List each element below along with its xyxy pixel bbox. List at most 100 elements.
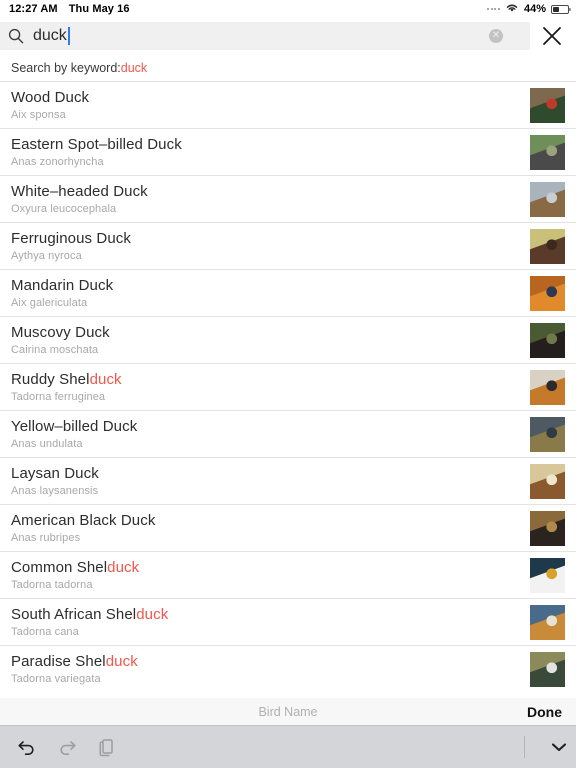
result-scientific-name: Aix galericulata xyxy=(11,296,88,309)
result-scientific-name: Aix sponsa xyxy=(11,108,66,121)
result-common-name: Common Shelduck xyxy=(11,558,140,576)
result-common-name-highlight: duck xyxy=(105,652,138,670)
result-row-texts: Laysan Duck Anas laysanensis xyxy=(11,464,99,497)
result-row-texts: Muscovy Duck Cairina moschata xyxy=(11,323,110,356)
result-row-texts: Paradise Shelduck Tadorna variegata xyxy=(11,652,138,685)
bird-photo xyxy=(530,511,565,546)
result-row[interactable]: Common Shelduck Tadorna tadorna xyxy=(0,551,576,598)
result-thumbnail[interactable] xyxy=(530,558,565,593)
result-scientific-name: Anas zonorhyncha xyxy=(11,155,104,168)
input-accessory-bar: Bird Name Done xyxy=(0,698,576,725)
result-common-name: Ruddy Shelduck xyxy=(11,370,122,388)
close-icon[interactable] xyxy=(532,18,572,54)
keyword-hint[interactable]: Search by keyword: duck xyxy=(0,54,576,81)
result-row[interactable]: Mandarin Duck Aix galericulata xyxy=(0,269,576,316)
result-row[interactable]: American Black Duck Anas rubripes xyxy=(0,504,576,551)
bird-photo xyxy=(530,229,565,264)
keyword-hint-prefix: Search by keyword: xyxy=(11,60,121,75)
bird-photo xyxy=(530,464,565,499)
result-thumbnail[interactable] xyxy=(530,323,565,358)
result-thumbnail[interactable] xyxy=(530,88,565,123)
result-common-name-text: Yellow–billed Duck xyxy=(11,417,138,435)
result-common-name: Paradise Shelduck xyxy=(11,652,138,670)
result-common-name-text: Ruddy Shel xyxy=(11,370,90,388)
result-thumbnail[interactable] xyxy=(530,182,565,217)
result-common-name: Ferruginous Duck xyxy=(11,229,131,247)
status-bar: 12:27 AM Thu May 16 44% xyxy=(0,0,576,18)
result-scientific-name: Aythya nyroca xyxy=(11,249,82,262)
status-time: 12:27 AM xyxy=(9,3,58,15)
chevron-down-icon[interactable] xyxy=(542,726,576,768)
result-row[interactable]: Ruddy Shelduck Tadorna ferruginea xyxy=(0,363,576,410)
result-row-texts: Yellow–billed Duck Anas undulata xyxy=(11,417,138,450)
bird-photo xyxy=(530,652,565,687)
result-common-name-text: Wood Duck xyxy=(11,88,90,106)
wifi-icon xyxy=(505,2,519,16)
result-common-name: Mandarin Duck xyxy=(11,276,114,294)
result-common-name: Muscovy Duck xyxy=(11,323,110,341)
status-bar-left: 12:27 AM Thu May 16 xyxy=(9,3,130,15)
bird-photo xyxy=(530,323,565,358)
bird-photo xyxy=(530,417,565,452)
result-row-texts: Ruddy Shelduck Tadorna ferruginea xyxy=(11,370,122,403)
result-scientific-name: Tadorna ferruginea xyxy=(11,390,106,403)
result-thumbnail[interactable] xyxy=(530,229,565,264)
result-common-name-highlight: duck xyxy=(107,558,140,576)
result-common-name-text: Paradise Shel xyxy=(11,652,106,670)
bird-photo xyxy=(530,88,565,123)
battery-percent: 44% xyxy=(523,3,546,15)
result-common-name-text: Laysan Duck xyxy=(11,464,99,482)
status-date: Thu May 16 xyxy=(68,3,130,15)
result-thumbnail[interactable] xyxy=(530,605,565,640)
result-row[interactable]: Muscovy Duck Cairina moschata xyxy=(0,316,576,363)
search-results-list[interactable]: Wood Duck Aix sponsa Eastern Spot–billed D… xyxy=(0,81,576,698)
result-common-name-text: Common Shel xyxy=(11,558,108,576)
result-common-name-text: Ferruginous Duck xyxy=(11,229,131,247)
toolbar-divider xyxy=(524,736,525,758)
bird-photo xyxy=(530,135,565,170)
result-scientific-name: Anas laysanensis xyxy=(11,484,99,497)
result-row[interactable]: Laysan Duck Anas laysanensis xyxy=(0,457,576,504)
search-icon xyxy=(8,28,24,44)
result-thumbnail[interactable] xyxy=(530,370,565,405)
keyboard-toolbar xyxy=(0,725,576,768)
search-input[interactable]: duck ✕ xyxy=(0,22,530,50)
result-row[interactable]: Yellow–billed Duck Anas undulata xyxy=(0,410,576,457)
search-screen: 12:27 AM Thu May 16 44% duck ✕ Search by… xyxy=(0,0,576,768)
result-thumbnail[interactable] xyxy=(530,135,565,170)
result-thumbnail[interactable] xyxy=(530,464,565,499)
bird-photo xyxy=(530,558,565,593)
result-common-name: Wood Duck xyxy=(11,88,90,106)
keyboard-toolbar-actions xyxy=(0,736,118,758)
result-common-name: White–headed Duck xyxy=(11,183,148,200)
result-row-texts: Eastern Spot–billed Duck Anas zonorhyncha xyxy=(11,135,182,168)
result-common-name-text: American Black Duck xyxy=(11,511,156,529)
result-thumbnail[interactable] xyxy=(530,652,565,687)
undo-icon[interactable] xyxy=(16,736,38,758)
result-row[interactable]: Ferruginous Duck Aythya nyroca xyxy=(0,222,576,269)
result-row[interactable]: South African Shelduck Tadorna cana xyxy=(0,598,576,645)
result-common-name-text: Eastern Spot–billed Duck xyxy=(11,135,182,153)
result-row[interactable]: Eastern Spot–billed Duck Anas zonorhyncha xyxy=(0,128,576,175)
result-thumbnail[interactable] xyxy=(530,417,565,452)
result-scientific-name: Oxyura leucocephala xyxy=(11,202,117,215)
result-common-name-text: Muscovy Duck xyxy=(11,323,110,341)
keyword-hint-term: duck xyxy=(120,60,148,75)
result-thumbnail[interactable] xyxy=(530,511,565,546)
result-common-name: Laysan Duck xyxy=(11,464,99,482)
bird-photo xyxy=(530,182,565,217)
result-common-name-text: Mandarin Duck xyxy=(11,276,114,294)
redo-icon xyxy=(56,736,78,758)
result-row[interactable]: Paradise Shelduck Tadorna variegata xyxy=(0,645,576,692)
result-thumbnail[interactable] xyxy=(530,276,565,311)
result-common-name: American Black Duck xyxy=(11,511,156,529)
result-scientific-name: Tadorna variegata xyxy=(11,672,101,685)
done-button[interactable]: Done xyxy=(527,704,562,720)
result-row[interactable]: Wood Duck Aix sponsa xyxy=(0,81,576,128)
result-common-name: South African Shelduck xyxy=(11,606,168,623)
result-scientific-name: Anas rubripes xyxy=(11,531,81,544)
clear-text-icon[interactable]: ✕ xyxy=(489,29,503,43)
result-row-texts: South African Shelduck Tadorna cana xyxy=(11,606,168,638)
search-bar: duck ✕ xyxy=(0,18,576,54)
result-row[interactable]: White–headed Duck Oxyura leucocephala xyxy=(0,175,576,222)
